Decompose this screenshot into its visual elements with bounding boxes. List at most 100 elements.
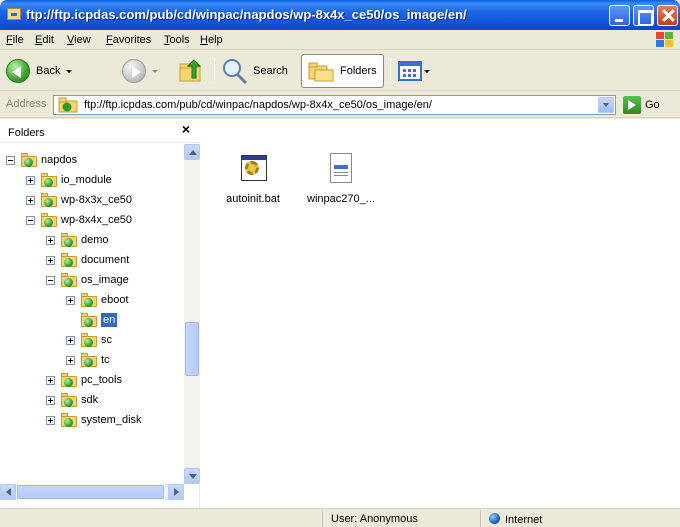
back-arrow-icon	[6, 59, 30, 83]
tree-item-label: document	[81, 254, 130, 266]
forward-button[interactable]	[122, 55, 158, 87]
folders-pane: Folders × napdos io_module wp-8x3x_ce50 wp-…	[0, 119, 200, 508]
file-list: autoinit.bat winpac270_...	[201, 119, 680, 508]
back-dropdown-icon[interactable]	[66, 69, 73, 73]
tree-item[interactable]: sc	[66, 330, 112, 350]
windows-logo-icon	[656, 32, 674, 48]
minimize-button[interactable]	[609, 5, 630, 26]
scroll-thumb[interactable]	[185, 322, 199, 376]
address-bar: Address ftp://ftp.icpdas.com/pub/cd/winp…	[0, 92, 680, 118]
collapse-icon[interactable]	[26, 215, 35, 225]
maximize-button[interactable]	[633, 5, 654, 26]
ftp-folder-icon	[7, 8, 21, 20]
ftp-folder-icon	[58, 97, 78, 113]
collapse-icon[interactable]	[6, 155, 15, 165]
views-button[interactable]	[398, 55, 430, 87]
tree-item-label: sc	[101, 334, 112, 346]
status-zone: Internet	[480, 511, 680, 527]
expand-icon[interactable]	[46, 255, 55, 265]
views-icon	[398, 61, 422, 81]
title-bar[interactable]: ftp://ftp.icpdas.com/pub/cd/winpac/napdo…	[0, 0, 680, 30]
scroll-thumb[interactable]	[17, 485, 164, 499]
tree-item[interactable]: wp-8x4x_ce50	[26, 210, 132, 230]
ftp-folder-icon	[61, 413, 77, 427]
tree-item[interactable]: os_image	[46, 270, 129, 290]
menu-help[interactable]: Help	[200, 34, 223, 46]
menu-view[interactable]: View	[67, 34, 91, 46]
expand-icon[interactable]	[66, 295, 75, 305]
tree-item-label: en	[101, 313, 118, 327]
tree-vertical-scrollbar[interactable]	[184, 144, 200, 484]
menu-favorites[interactable]: Favorites	[106, 34, 151, 46]
menu-tools[interactable]: Tools	[164, 34, 190, 46]
tree-item-label: tc	[101, 354, 110, 366]
folders-icon	[308, 62, 334, 82]
tree-item[interactable]: sdk	[46, 390, 98, 410]
address-dropdown-icon[interactable]	[598, 97, 614, 113]
ftp-folder-icon	[61, 253, 77, 267]
tree-item[interactable]: tc	[66, 350, 110, 370]
forward-arrow-icon	[122, 59, 146, 83]
menu-file[interactable]: File	[6, 34, 24, 46]
menu-edit[interactable]: Edit	[35, 34, 54, 46]
folders-label: Folders	[340, 65, 377, 77]
scroll-left-button[interactable]	[0, 484, 16, 500]
expand-icon[interactable]	[66, 335, 75, 345]
folder-up-icon	[179, 59, 202, 82]
collapse-icon[interactable]	[46, 275, 55, 285]
tree-item[interactable]: wp-8x3x_ce50	[26, 190, 132, 210]
search-label: Search	[253, 65, 288, 77]
search-button[interactable]: Search	[221, 55, 288, 87]
expand-icon[interactable]	[46, 375, 55, 385]
ftp-folder-icon	[81, 293, 97, 307]
ftp-folder-icon	[61, 393, 77, 407]
tree-horizontal-scrollbar[interactable]	[0, 484, 184, 500]
tree-item-label: os_image	[81, 274, 129, 286]
close-button[interactable]	[657, 5, 678, 26]
internet-zone-icon	[489, 513, 500, 524]
close-pane-icon[interactable]: ×	[182, 121, 190, 137]
status-user: User: Anonymous	[322, 511, 480, 527]
ftp-folder-icon	[61, 233, 77, 247]
expand-icon[interactable]	[46, 235, 55, 245]
folders-pane-header: Folders ×	[0, 119, 200, 143]
main-content: Folders × napdos io_module wp-8x3x_ce50 wp-…	[0, 119, 680, 508]
tree-item[interactable]: napdos	[6, 150, 77, 170]
text-file-icon	[327, 153, 355, 185]
tree-item-label: pc_tools	[81, 374, 122, 386]
address-input[interactable]: ftp://ftp.icpdas.com/pub/cd/winpac/napdo…	[53, 95, 616, 115]
tree-item[interactable]: pc_tools	[46, 370, 122, 390]
ftp-folder-icon	[41, 193, 57, 207]
tree-item-label: wp-8x3x_ce50	[61, 194, 132, 206]
tree-item[interactable]: en	[66, 310, 118, 330]
views-dropdown-icon[interactable]	[424, 69, 430, 73]
expand-icon[interactable]	[66, 355, 75, 365]
expand-icon[interactable]	[26, 195, 35, 205]
forward-dropdown-icon[interactable]	[152, 69, 158, 73]
scroll-down-button[interactable]	[184, 468, 200, 484]
file-item-autoinit[interactable]: autoinit.bat	[208, 153, 298, 205]
ftp-folder-icon	[41, 213, 57, 227]
address-label: Address	[6, 98, 47, 110]
expand-icon[interactable]	[46, 415, 55, 425]
tree-item[interactable]: demo	[46, 230, 109, 250]
tree-item[interactable]: document	[46, 250, 129, 270]
tree-item[interactable]: eboot	[66, 290, 129, 310]
ftp-folder-icon	[21, 153, 37, 167]
folders-button[interactable]: Folders	[301, 54, 384, 88]
tree-item[interactable]: io_module	[26, 170, 112, 190]
expand-icon[interactable]	[26, 175, 35, 185]
scroll-right-button[interactable]	[168, 484, 184, 500]
tree-item-label: eboot	[101, 294, 129, 306]
go-button[interactable]: Go	[623, 96, 660, 114]
scroll-up-button[interactable]	[184, 144, 200, 160]
back-button[interactable]: Back	[6, 55, 73, 87]
file-item-winpac270[interactable]: winpac270_...	[296, 153, 386, 205]
menu-bar: File Edit View Favorites Tools Help	[0, 30, 680, 50]
tree-item[interactable]: system_disk	[46, 410, 142, 430]
expand-icon[interactable]	[46, 395, 55, 405]
batch-file-icon	[239, 153, 267, 185]
go-label: Go	[645, 99, 660, 111]
toolbar-separator	[390, 58, 391, 84]
up-button[interactable]	[178, 55, 204, 87]
